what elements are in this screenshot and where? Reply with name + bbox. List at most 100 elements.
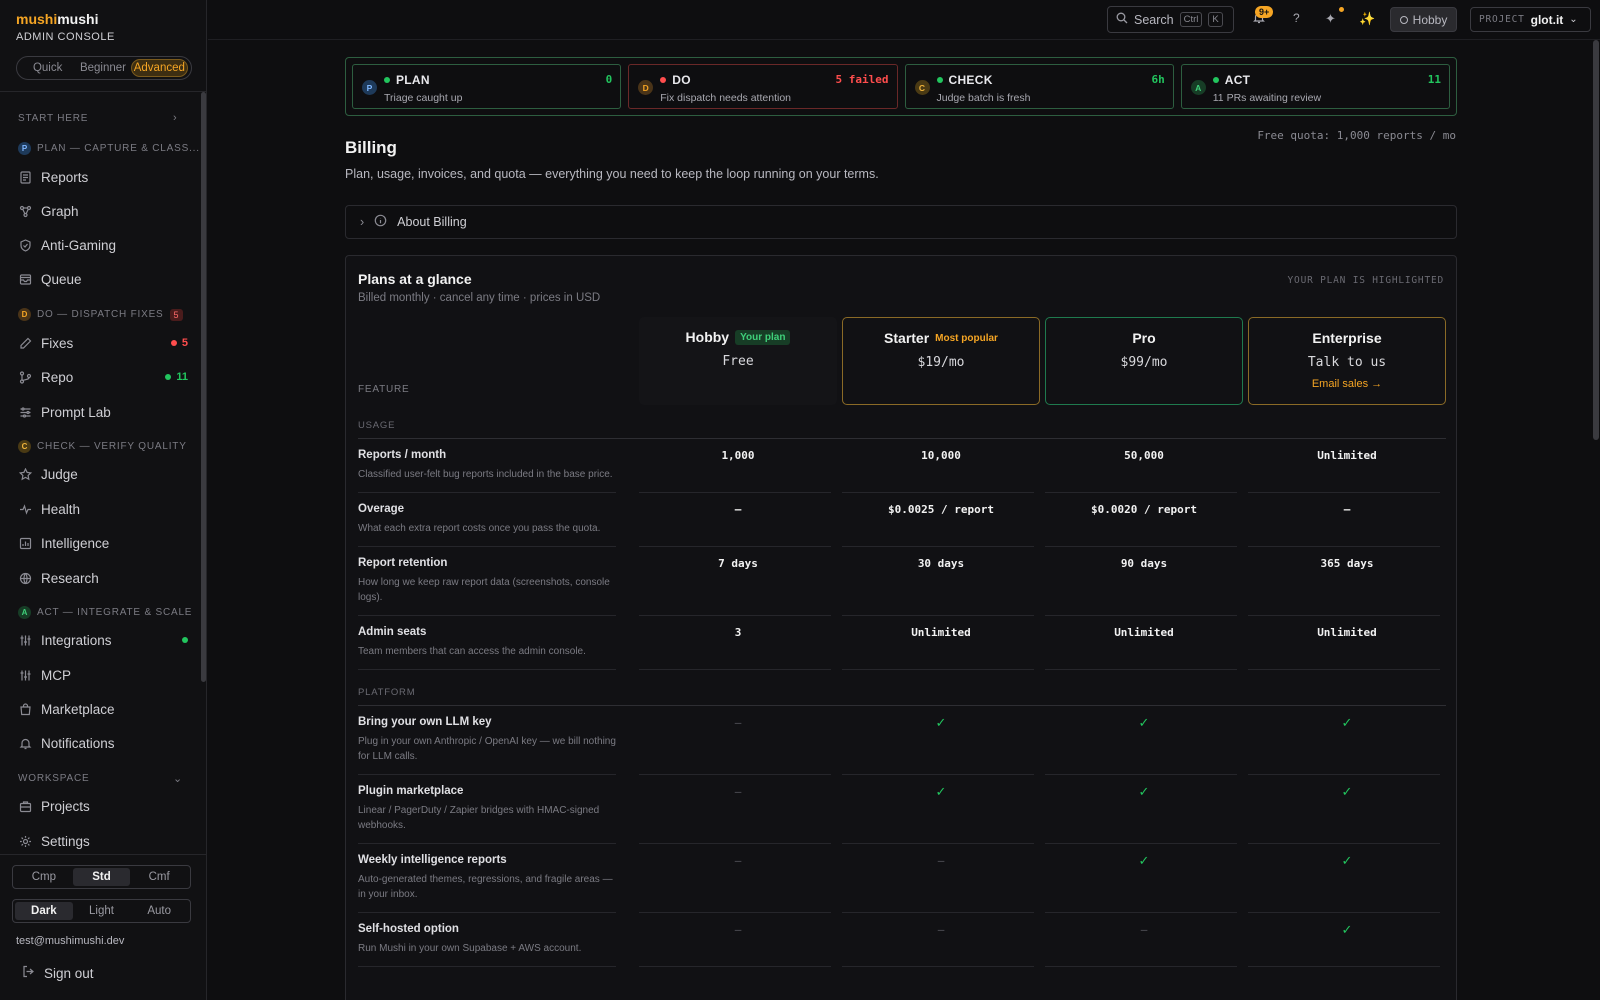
sidebar-item-notifications[interactable]: Notifications [18,733,188,753]
pdca-card-do[interactable]: D DO Fix dispatch needs attention 5 fail… [628,64,898,109]
your-plan-badge: Your plan [735,329,791,345]
git-branch-icon [18,370,32,384]
feature-value: $0.0025 / report [888,503,994,516]
mode-beginner[interactable]: Beginner [75,59,130,77]
status-dot [1212,77,1219,83]
bar-chart-icon [18,536,32,550]
help-icon[interactable]: ? [1293,11,1300,25]
sidebar-item-prompt-lab[interactable]: Prompt Lab [18,402,188,422]
check-icon: ✓ [1341,785,1353,800]
info-icon [374,214,387,230]
feature-description: What each extra report costs once you pa… [358,523,601,534]
density-switcher: Cmp Std Cmf [12,865,191,889]
sign-out-icon [22,965,35,981]
file-text-icon [18,170,32,184]
mode-quick[interactable]: Quick [20,59,75,77]
chevron-down-icon: ⌄ [1569,14,1578,25]
sidebar-item-graph[interactable]: Graph [18,201,188,221]
connector-icon [18,668,32,682]
check-icon: ✓ [1341,923,1353,938]
sidebar-item-intelligence[interactable]: Intelligence [18,533,188,553]
about-billing-toggle[interactable]: › About Billing [345,205,1457,239]
feature-value: Unlimited [1114,626,1174,639]
shortcut-key: K [1208,12,1223,27]
status-dot [936,77,943,83]
sidebar-item-anti-gaming[interactable]: Anti-Gaming [18,235,188,255]
project-selector[interactable]: PROJECT glot.it ⌄ [1470,7,1591,32]
chevron-right-icon[interactable]: › [173,112,182,124]
feature-value: 7 days [718,557,758,570]
feature-description: Plug in your own Anthropic / OpenAI key … [358,736,616,762]
plan-column-pro[interactable]: Pro $99/mo [1045,317,1243,405]
page-title: Billing [345,138,397,157]
sliders-icon [18,405,32,419]
plan-column-starter[interactable]: Starter Most popular $19/mo [842,317,1040,405]
main-scrollbar[interactable] [1593,40,1599,440]
density-comfortable[interactable]: Cmf [130,868,188,886]
sidebar-item-queue[interactable]: Queue [18,269,188,289]
email-sales-link[interactable]: Email sales → [1249,378,1445,390]
sidebar-item-settings[interactable]: Settings [18,831,188,851]
density-compact[interactable]: Cmp [15,868,73,886]
section-do: D DO — DISPATCH FIXES 5 [18,308,183,321]
repo-badge: 11 [165,371,188,383]
mode-advanced[interactable]: Advanced [130,59,188,77]
sidebar-item-fixes[interactable]: Fixes 5 [18,333,188,353]
feature-row: Weekly intelligence reports Auto-generat… [358,844,1446,913]
feature-value: 30 days [917,557,965,570]
pdca-card-act[interactable]: A ACT 11 PRs awaiting review 11 [1180,64,1450,109]
sidebar-item-integrations[interactable]: Integrations [18,630,188,650]
inbox-icon [18,272,32,286]
gear-icon [18,834,32,848]
status-dot [660,77,667,83]
feature-name: Report retention [358,557,448,569]
feature-value: Unlimited [1317,449,1377,462]
status-dot [384,77,390,83]
sidebar-item-mcp[interactable]: MCP [18,665,188,685]
fixes-badge: 5 [170,337,188,349]
feature-value: 50,000 [1124,449,1164,462]
sidebar-item-reports[interactable]: Reports [18,167,188,187]
theme-switcher: Dark Light Auto [12,899,191,923]
section-workspace[interactable]: WORKSPACE [18,773,89,784]
theme-auto[interactable]: Auto [130,902,188,920]
briefcase-icon [18,799,32,813]
check-icon: ✓ [1341,716,1353,731]
sidebar-item-projects[interactable]: Projects [18,796,188,816]
notification-count: 9+ [1255,6,1274,18]
chevron-down-icon[interactable]: ⌄ [173,772,182,785]
sidebar: mushimushi ADMIN CONSOLE Quick Beginner … [0,0,207,1000]
sign-out-button[interactable]: Sign out [22,965,94,981]
density-standard[interactable]: Std [72,868,131,886]
feature-row: Bring your own LLM key Plug in your own … [358,706,1446,775]
feature-header: FEATURE [358,384,410,395]
sparkle-icon[interactable]: ✦ [1325,11,1336,27]
most-popular-badge: Most popular [935,332,998,344]
sidebar-item-health[interactable]: Health [18,499,188,519]
magic-icon[interactable]: ✨ [1359,11,1375,27]
brand-logo[interactable]: mushimushi [16,11,98,27]
divider [842,966,1034,967]
theme-light[interactable]: Light [73,902,131,920]
sidebar-item-marketplace[interactable]: Marketplace [18,699,188,719]
check-icon: ✓ [1138,716,1150,731]
plan-button[interactable]: Hobby [1390,7,1457,32]
sidebar-scrollbar[interactable] [201,92,206,682]
search-button[interactable]: Search Ctrl K [1107,6,1234,33]
pdca-card-plan[interactable]: P PLAN Triage caught up 0 [352,64,622,109]
pdca-card-check[interactable]: C CHECK Judge batch is fresh 6h [904,64,1174,109]
feature-value: 3 [734,626,742,639]
group-label: USAGE [358,420,396,431]
not-included: – [937,923,945,936]
section-start-here[interactable]: START HERE [18,113,88,124]
quota-label: Free quota: 1,000 reports / mo [1257,129,1456,142]
sidebar-item-judge[interactable]: Judge [18,464,188,484]
theme-dark[interactable]: Dark [15,902,73,920]
sidebar-item-research[interactable]: Research [18,568,188,588]
plan-column-enterprise[interactable]: Enterprise Talk to us Email sales → [1248,317,1446,405]
sidebar-item-repo[interactable]: Repo 11 [18,367,188,387]
feature-name: Bring your own LLM key [358,716,492,728]
pdca-status-strip: P PLAN Triage caught up 0 D DO Fix dispa… [345,57,1457,116]
divider [1045,966,1237,967]
feature-value: 10,000 [921,449,961,462]
